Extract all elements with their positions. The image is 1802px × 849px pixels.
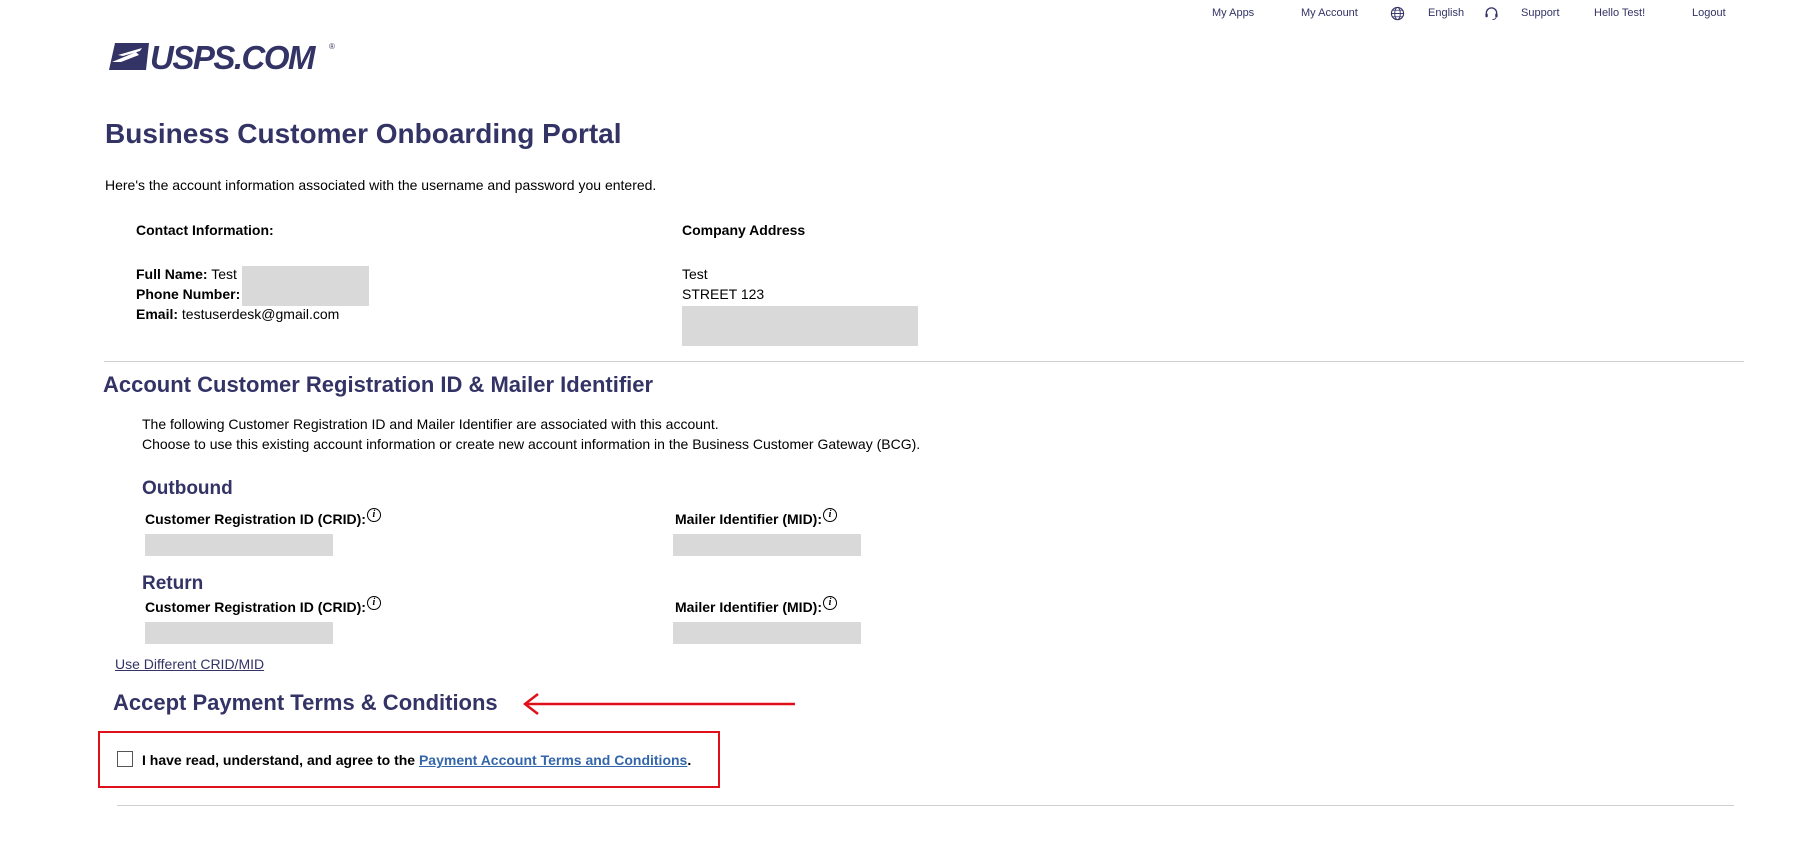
section-divider bbox=[104, 361, 1744, 362]
return-crid-value-redacted bbox=[145, 622, 333, 644]
globe-icon bbox=[1390, 6, 1405, 21]
info-icon[interactable]: i bbox=[823, 596, 838, 610]
redacted-company-address bbox=[682, 306, 918, 346]
return-title: Return bbox=[142, 573, 204, 594]
outbound-mid-label: Mailer Identifier (MID): i bbox=[675, 508, 838, 527]
email-label: Email: bbox=[136, 306, 179, 322]
outbound-mid-label-text: Mailer Identifier (MID): bbox=[675, 511, 823, 527]
logo-wordmark: USPS.COM bbox=[150, 39, 316, 76]
info-icon[interactable]: i bbox=[366, 508, 381, 522]
registration-section-title: Account Customer Registration ID & Maile… bbox=[103, 372, 654, 397]
outbound-title: Outbound bbox=[142, 478, 233, 499]
return-mid-label-text: Mailer Identifier (MID): bbox=[675, 599, 823, 615]
annotation-arrow-icon bbox=[522, 693, 795, 715]
email-value: testuserdesk@gmail.com bbox=[181, 306, 340, 322]
payment-terms-link[interactable]: Payment Account Terms and Conditions bbox=[419, 752, 687, 768]
full-name-row: Full Name: Test bbox=[136, 266, 237, 282]
logout-link[interactable]: Logout bbox=[1692, 7, 1726, 19]
bottom-divider bbox=[117, 805, 1734, 806]
return-crid-label: Customer Registration ID (CRID): i bbox=[145, 596, 381, 615]
outbound-crid-label: Customer Registration ID (CRID): i bbox=[145, 508, 381, 527]
use-different-crid-mid-link[interactable]: Use Different CRID/MID bbox=[115, 656, 264, 672]
support-label: Support bbox=[1521, 7, 1560, 19]
page-title: Business Customer Onboarding Portal bbox=[105, 118, 622, 149]
redacted-contact-details bbox=[242, 266, 369, 306]
my-apps-link[interactable]: My Apps bbox=[1212, 7, 1254, 19]
my-account-link[interactable]: My Account bbox=[1301, 7, 1358, 19]
language-label: English bbox=[1428, 7, 1465, 19]
outbound-crid-value-redacted bbox=[145, 534, 333, 556]
info-icon[interactable]: i bbox=[366, 596, 381, 610]
outbound-crid-label-text: Customer Registration ID (CRID): bbox=[145, 511, 366, 527]
accept-terms-checkbox[interactable] bbox=[117, 751, 133, 767]
return-mid-value-redacted bbox=[673, 622, 861, 644]
intro-text: Here's the account information associate… bbox=[105, 177, 657, 193]
usps-logo[interactable]: USPS.COM ® bbox=[109, 39, 349, 76]
return-crid-label-text: Customer Registration ID (CRID): bbox=[145, 599, 366, 615]
email-row: Email: testuserdesk@gmail.com bbox=[136, 306, 339, 322]
company-address-line1: Test bbox=[682, 266, 708, 282]
outbound-mid-value-redacted bbox=[673, 534, 861, 556]
registration-desc-line2: Choose to use this existing account info… bbox=[142, 436, 921, 452]
return-mid-label: Mailer Identifier (MID): i bbox=[675, 596, 838, 615]
company-address-line2: STREET 123 bbox=[682, 286, 765, 302]
full-name-label: Full Name: bbox=[136, 266, 208, 282]
registration-desc-line1: The following Customer Registration ID a… bbox=[142, 416, 719, 432]
info-icon[interactable]: i bbox=[823, 508, 838, 522]
accept-terms-label[interactable]: I have read, understand, and agree to th… bbox=[142, 752, 691, 768]
logo-registered-mark: ® bbox=[329, 42, 335, 51]
agree-suffix-text: . bbox=[687, 752, 692, 768]
top-utility-nav: My Apps My Account English Support Hello… bbox=[0, 6, 1802, 23]
company-address-heading: Company Address bbox=[682, 222, 806, 238]
phone-label: Phone Number: bbox=[136, 286, 241, 302]
headset-icon bbox=[1485, 7, 1498, 21]
eagle-logo-icon bbox=[109, 43, 149, 70]
contact-info-heading: Contact Information: bbox=[136, 222, 274, 238]
agree-prefix-text: I have read, understand, and agree to th… bbox=[142, 752, 419, 768]
payment-terms-title: Accept Payment Terms & Conditions bbox=[113, 690, 498, 715]
full-name-value: Test bbox=[211, 266, 237, 282]
user-greeting: Hello Test! bbox=[1594, 7, 1646, 19]
